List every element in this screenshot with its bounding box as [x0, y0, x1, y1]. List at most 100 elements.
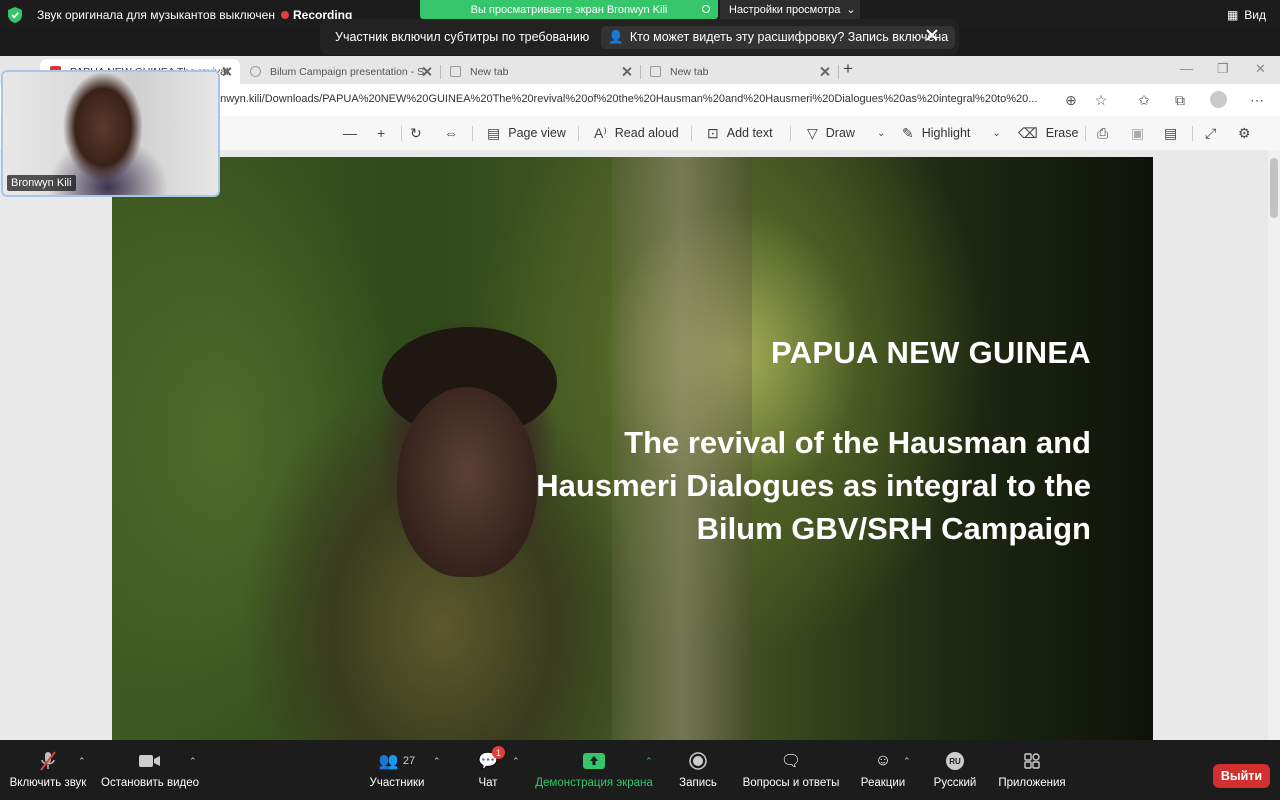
close-window-icon[interactable]: ✕: [1255, 61, 1266, 77]
profile-avatar[interactable]: [1210, 91, 1227, 108]
chat-button[interactable]: 💬 1 Чат: [468, 740, 508, 800]
view-options-label: Настройки просмотра: [729, 3, 841, 16]
grid-view-icon: ▦: [1226, 8, 1239, 22]
language-globe-icon: RU: [946, 752, 964, 770]
scrollbar-thumb[interactable]: [1270, 158, 1278, 218]
page-view-icon: ▤: [487, 124, 501, 141]
view-menu-label: Вид: [1244, 8, 1266, 22]
participant-video-tile[interactable]: Bronwyn Kili: [1, 70, 220, 197]
transcript-visibility-button[interactable]: 👤 Кто может видеть эту расшифровку? Запи…: [601, 25, 956, 49]
transcript-visibility-label: Кто может видеть эту расшифровку? Запись…: [629, 30, 949, 44]
unmute-label: Включить звук: [9, 777, 87, 789]
more-options-icon[interactable]: ⋯: [1249, 92, 1265, 108]
highlighter-icon: ✎: [902, 124, 914, 141]
record-button[interactable]: Запись: [675, 740, 721, 800]
qa-label: Вопросы и ответы: [742, 777, 840, 789]
language-button[interactable]: RU Русский: [928, 740, 982, 800]
reactions-button[interactable]: ☺ Реакции: [858, 740, 908, 800]
chevron-down-icon: ⌄: [876, 127, 886, 139]
view-options-button[interactable]: Настройки просмотра ⌄: [720, 0, 860, 19]
close-tab-icon[interactable]: [422, 66, 432, 76]
fullscreen-icon[interactable]: ⤢: [1205, 116, 1216, 150]
share-screen-button[interactable]: Демонстрация экрана: [530, 740, 658, 800]
chat-caret-icon[interactable]: ⌃: [512, 756, 520, 767]
leave-meeting-button[interactable]: Выйти: [1213, 764, 1270, 788]
slide-title: PAPUA NEW GUINEA: [771, 335, 1091, 370]
slide-subtitle: The revival of the Hausman and Hausmeri …: [536, 425, 1091, 546]
page-view-label: Page view: [508, 126, 566, 140]
apps-icon: [1021, 751, 1043, 771]
participants-button[interactable]: 👥 27 Участники: [362, 740, 432, 800]
url-field[interactable]: onwyn.kili/Downloads/PAPUA%20NEW%20GUINE…: [214, 93, 1059, 105]
save-icon[interactable]: ▣: [1131, 116, 1144, 150]
add-text-button[interactable]: ⊡ Add text: [707, 116, 773, 150]
person-face-image: [397, 387, 537, 577]
tab-label: New tab: [470, 65, 509, 78]
collections-icon[interactable]: ⧉: [1172, 92, 1188, 108]
highlight-label: Highlight: [921, 126, 971, 140]
save-as-icon[interactable]: ▤: [1164, 116, 1177, 150]
draw-button[interactable]: ▽ Draw ⌄: [807, 116, 885, 150]
participants-icon: 👥: [378, 753, 399, 770]
read-aloud-button[interactable]: A⁾ Read aloud: [594, 116, 679, 150]
eraser-icon: ⌫: [1018, 124, 1038, 141]
recording-dot-icon: [281, 11, 289, 19]
zoom-meeting-toolbar: Включить звук ⌃ Остановить видео ⌃ 👥 27 У…: [0, 740, 1280, 800]
caption-message: Участник включил субтитры по требованию: [335, 30, 590, 44]
participants-caret-icon[interactable]: ⌃: [433, 756, 441, 767]
audio-options-caret-icon[interactable]: ⌃: [78, 756, 86, 767]
share-screen-icon: [583, 751, 605, 771]
chat-label: Чат: [478, 777, 498, 789]
rotate-icon[interactable]: ↻: [410, 116, 422, 150]
close-icon[interactable]: [924, 27, 940, 43]
highlight-button[interactable]: ✎ Highlight ⌄: [902, 116, 1001, 150]
video-options-caret-icon[interactable]: ⌃: [189, 756, 197, 767]
close-tab-icon[interactable]: [622, 66, 632, 76]
draw-label: Draw: [825, 126, 855, 140]
shield-icon: [8, 7, 22, 23]
tab-new-2[interactable]: New tab: [640, 59, 839, 84]
settings-gear-icon[interactable]: ⚙: [1238, 116, 1251, 150]
slide-page: PAPUA NEW GUINEA The revival of the Haus…: [112, 157, 1153, 740]
zoom-out-icon[interactable]: —: [343, 116, 357, 150]
chat-icon: 💬 1: [477, 746, 505, 771]
page-view-button[interactable]: ▤ Page view: [487, 116, 566, 150]
stop-video-label: Остановить видео: [101, 777, 199, 789]
view-menu-button[interactable]: ▦ Вид: [1227, 8, 1266, 22]
chevron-down-icon: ⌄: [846, 4, 856, 16]
stop-video-button[interactable]: Остановить видео: [100, 740, 200, 800]
person-icon: 👤: [608, 29, 624, 44]
viewing-screen-banner: Вы просматриваете экран Bronwyn Kili: [420, 0, 718, 19]
smiley-plus-icon: ☺: [874, 752, 892, 769]
tab-label: New tab: [670, 65, 709, 78]
erase-label: Erase: [1045, 126, 1079, 140]
new-tab-page-icon: [650, 66, 661, 77]
qa-button[interactable]: 🗨 Вопросы и ответы: [740, 740, 842, 800]
minimize-icon[interactable]: —: [1180, 61, 1193, 76]
tab-new-1[interactable]: New tab: [440, 59, 641, 84]
chat-badge: 1: [492, 746, 505, 759]
camera-icon: [139, 751, 161, 771]
participant-name: Bronwyn Kili: [7, 175, 76, 191]
new-tab-plus-icon[interactable]: +: [843, 60, 853, 77]
share-caret-icon[interactable]: ⌃: [645, 756, 653, 767]
erase-button[interactable]: ⌫ Erase: [1018, 116, 1078, 150]
print-icon[interactable]: ⎙: [1097, 116, 1108, 150]
apps-button[interactable]: Приложения: [994, 740, 1070, 800]
fit-width-icon[interactable]: ⇔: [444, 116, 458, 150]
original-sound-status: Звук оригинала для музыкантов выключен: [37, 8, 275, 22]
restore-icon[interactable]: ❐: [1217, 61, 1229, 77]
reactions-caret-icon[interactable]: ⌃: [903, 756, 911, 767]
favorites-icon[interactable]: ✩: [1136, 92, 1152, 108]
qa-icon: 🗨: [780, 753, 802, 770]
favorite-add-icon[interactable]: ☆: [1093, 92, 1109, 108]
close-tab-icon[interactable]: [222, 66, 232, 76]
pdf-viewer[interactable]: PAPUA NEW GUINEA The revival of the Haus…: [0, 150, 1268, 740]
vertical-scrollbar[interactable]: [1268, 150, 1280, 740]
unmute-button[interactable]: Включить звук: [8, 740, 88, 800]
read-aloud-label: Read aloud: [614, 126, 679, 140]
close-tab-icon[interactable]: [820, 66, 830, 76]
tab-bilum-campaign[interactable]: Bilum Campaign presentation - S: [240, 59, 441, 84]
zoom-icon[interactable]: ⊕: [1063, 92, 1079, 108]
zoom-in-icon[interactable]: +: [377, 116, 385, 150]
